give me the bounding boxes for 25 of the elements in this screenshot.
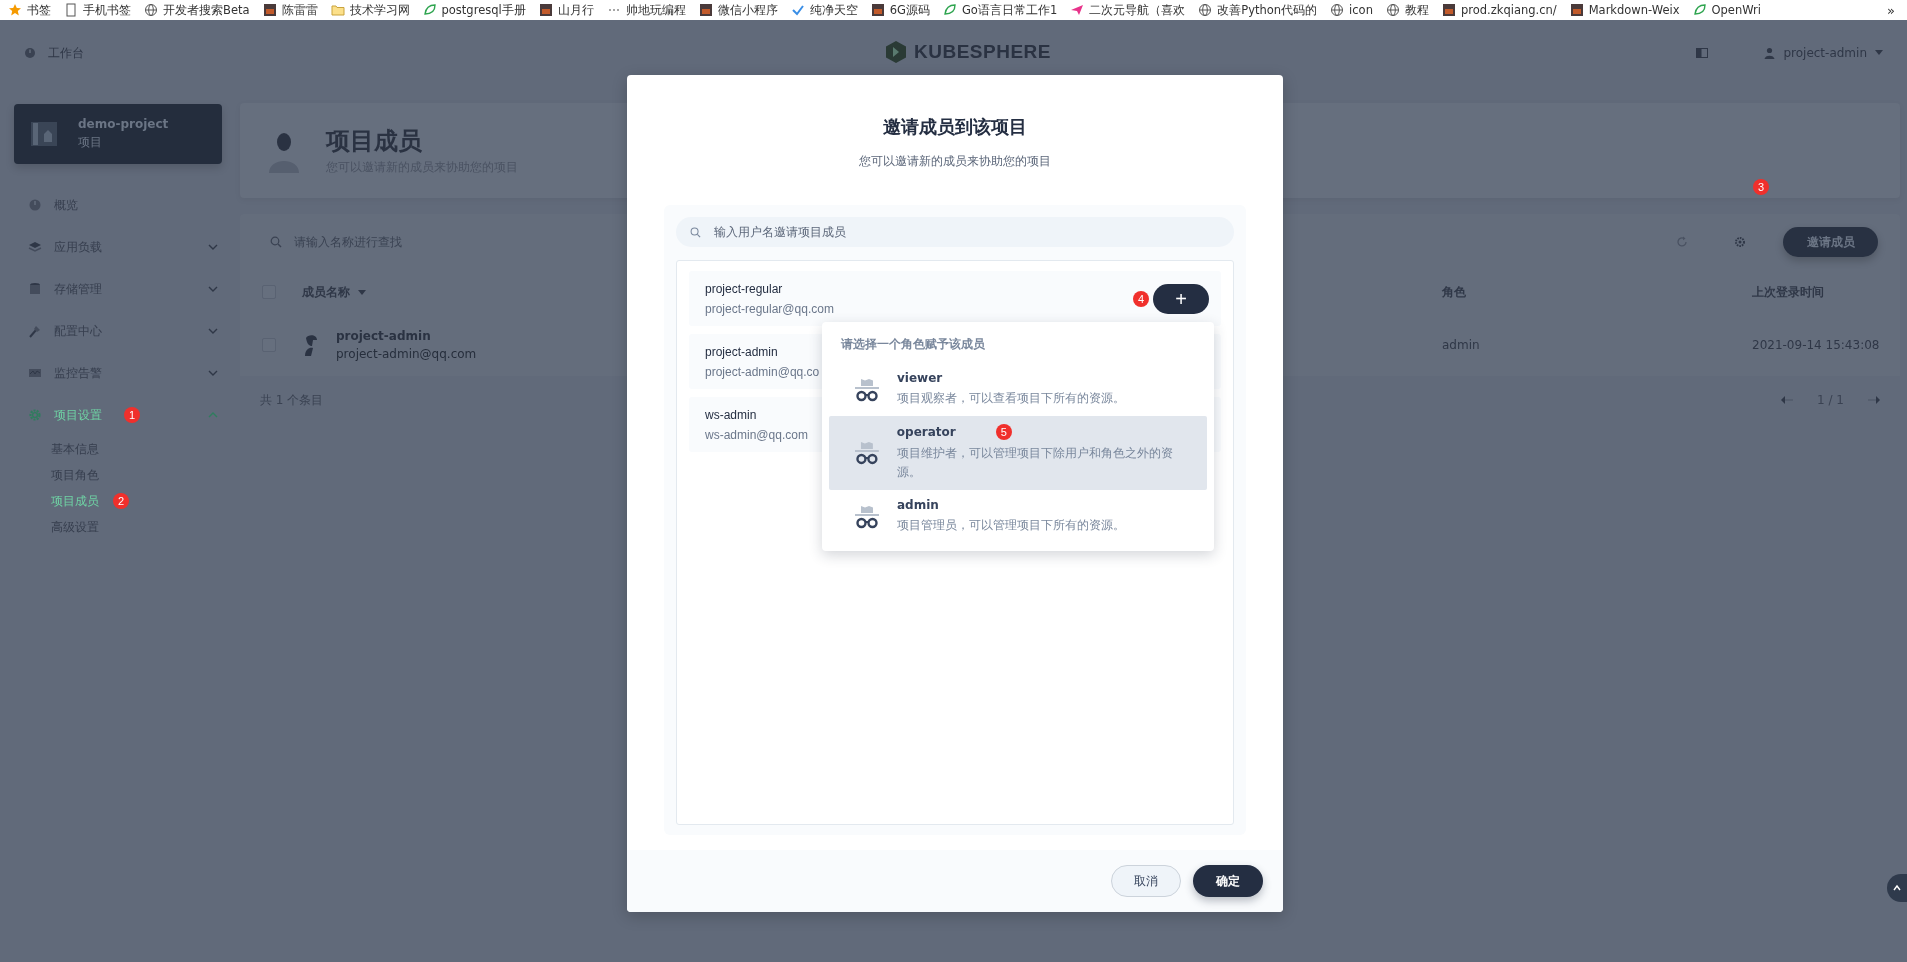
user-email: ws-admin@qq.com xyxy=(705,427,808,442)
dialog-title: 邀请成员到该项目 xyxy=(883,115,1027,139)
annotation-badge: 1 xyxy=(124,407,140,423)
member-email: project-admin@qq.com xyxy=(336,347,477,361)
role-name: admin xyxy=(897,498,939,512)
annotation-badge: 5 xyxy=(995,424,1012,440)
user-email: project-admin@qq.co xyxy=(705,364,820,379)
user-email: project-regular@qq.com xyxy=(705,301,834,316)
project-name: demo-project xyxy=(78,117,169,131)
project-type: 项目 xyxy=(78,134,103,151)
user-name: project-admin xyxy=(705,344,778,359)
user-name: project-regular xyxy=(705,281,783,296)
logo-text: KUBESPHERE xyxy=(914,41,1051,63)
dialog-subtitle: 您可以邀请新的成员来协助您的项目 xyxy=(859,153,1051,170)
member-name: project-admin xyxy=(336,329,432,343)
role-description: 项目维护者，可以管理项目下除用户和角色之外的资源。 xyxy=(896,445,1174,481)
annotation-badge: 2 xyxy=(113,493,129,509)
role-description: 项目观察者，可以查看项目下所有的资源。 xyxy=(897,390,1125,407)
user-name: ws-admin xyxy=(705,407,757,422)
role-description: 项目管理员，可以管理项目下所有的资源。 xyxy=(897,517,1125,534)
page-title: 项目成员 xyxy=(326,126,423,157)
annotation-badge: 4 xyxy=(1133,290,1149,307)
role-name: operator xyxy=(896,425,956,439)
role-menu-heading: 请选择一个角色赋予该成员 xyxy=(840,336,986,353)
role-name: viewer xyxy=(897,371,943,385)
